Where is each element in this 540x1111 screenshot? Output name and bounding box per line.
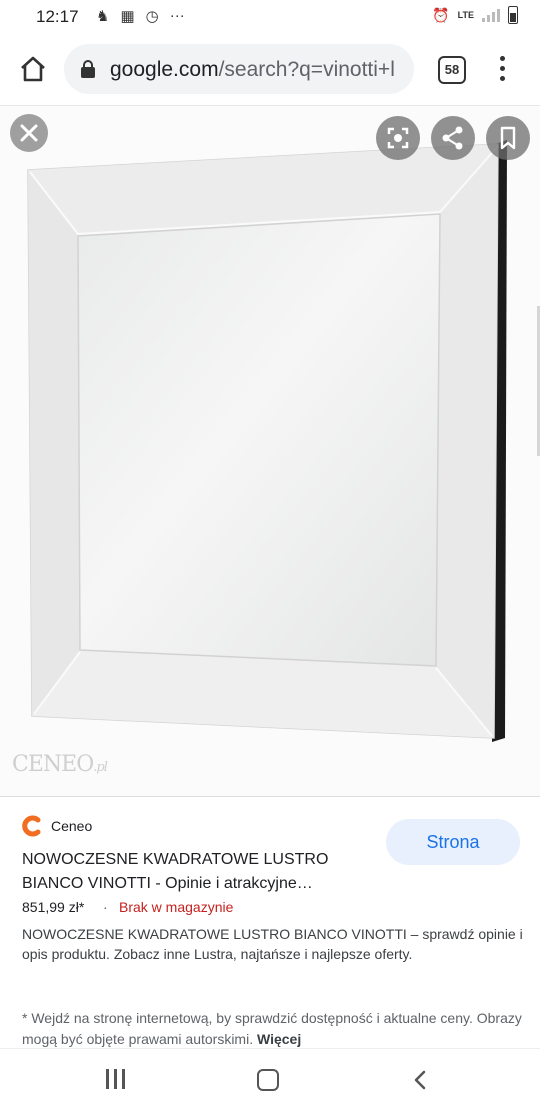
alarm-clock-icon: ⏰	[432, 6, 450, 23]
copyright-note: * Wejdź na stronę internetową, by sprawd…	[22, 1010, 522, 1047]
visit-site-button[interactable]: Strona	[386, 819, 520, 865]
share-button[interactable]	[431, 116, 475, 160]
lens-icon	[387, 127, 409, 149]
result-description: NOWOCZESNE KWADRATOWE LUSTRO BIANCO VINO…	[22, 926, 523, 962]
close-icon	[20, 124, 38, 142]
alarm-icon: ◷	[145, 8, 159, 25]
network-type: LTE	[457, 9, 474, 20]
nav-back-icon[interactable]	[410, 1069, 430, 1091]
ceneo-logo-icon	[22, 815, 41, 837]
result-title[interactable]: NOWOCZESNE KWADRATOWE LUSTRO BIANCO VINO…	[22, 848, 372, 896]
more-notifications-icon: ···	[169, 7, 185, 24]
save-bookmark-button[interactable]	[486, 116, 530, 160]
tab-switcher-button[interactable]: 58	[438, 56, 466, 84]
system-nav-bar	[0, 1048, 540, 1111]
url-host: google.com	[110, 58, 219, 81]
result-panel: Ceneo Strona NOWOCZESNE KWADRATOWE LUSTR…	[0, 796, 540, 1049]
notification-icon: ♞	[96, 8, 110, 25]
share-icon	[442, 126, 463, 150]
address-bar[interactable]: google.com/search?q=vinotti+l	[64, 44, 414, 94]
status-bar: 12:17 ♞ ▦ ◷ ··· ⏰ LTE	[0, 0, 540, 34]
lens-button[interactable]	[376, 116, 420, 160]
signal-icon	[482, 8, 500, 22]
stock-status: Brak w magazynie	[119, 899, 234, 915]
image-icon: ▦	[120, 8, 135, 25]
bookmark-icon	[500, 126, 516, 150]
close-button[interactable]	[10, 114, 48, 152]
recent-apps-button[interactable]	[106, 1069, 128, 1089]
browser-toolbar: google.com/search?q=vinotti+l 58	[0, 36, 540, 104]
url-path: /search?q=vinotti+l	[218, 58, 395, 81]
more-link[interactable]: Więcej	[257, 1031, 301, 1047]
image-viewer[interactable]: CENEO.pl	[0, 106, 540, 796]
nav-home-button[interactable]	[257, 1069, 279, 1091]
product-image-mirror	[27, 140, 507, 742]
overflow-menu-icon[interactable]	[498, 56, 506, 86]
home-icon[interactable]	[18, 54, 48, 84]
separator-dot: ·	[103, 899, 108, 915]
lock-icon	[81, 60, 95, 78]
price: 851,99 zł*	[22, 899, 85, 915]
battery-icon	[508, 6, 518, 24]
status-time: 12:17	[36, 7, 79, 26]
image-watermark: CENEO.pl	[12, 752, 108, 777]
source-name[interactable]: Ceneo	[51, 818, 92, 834]
